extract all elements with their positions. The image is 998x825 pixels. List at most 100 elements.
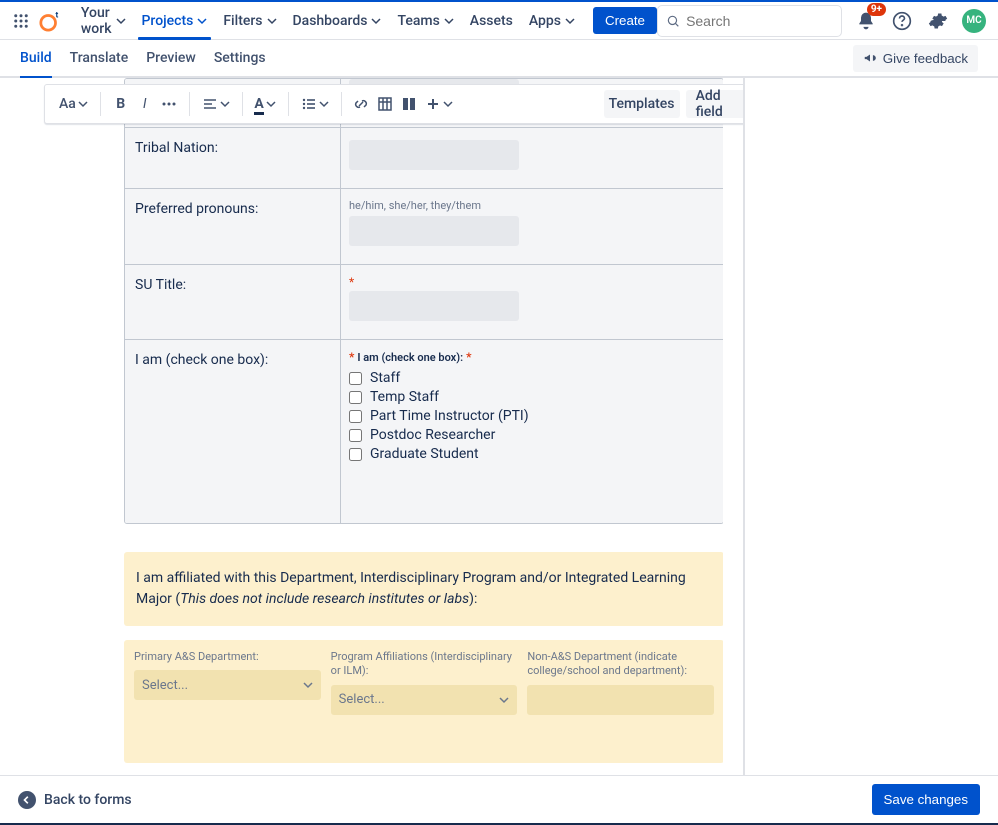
help-icon[interactable] — [890, 9, 914, 33]
nav-items: Your workProjectsFiltersDashboardsTeamsA… — [73, 2, 583, 39]
checkbox-label: Temp Staff — [370, 389, 439, 405]
italic-button[interactable]: I — [133, 90, 157, 118]
form-table: Tribal Nation:Preferred pronouns: he/him,… — [124, 78, 723, 524]
table-button[interactable] — [373, 90, 397, 118]
field-label: Non-A&S Department (indicate college/sch… — [527, 650, 714, 679]
field-label: Primary A&S Department: — [134, 650, 321, 664]
settings-icon[interactable] — [926, 9, 950, 33]
affiliation-column: Program Affiliations (Interdisciplinary … — [331, 650, 518, 715]
form-row: Tribal Nation: — [125, 128, 723, 189]
field-label: Program Affiliations (Interdisciplinary … — [331, 650, 518, 679]
field-cell: * I am (check one box): * Staff Temp Staff… — [340, 340, 723, 523]
add-field-dropdown[interactable]: Add field — [686, 90, 743, 118]
form-row: SU Title: * — [125, 265, 723, 340]
chevron-down-icon — [266, 99, 276, 109]
required-asterisk: * — [349, 275, 709, 289]
nav-assets[interactable]: Assets — [462, 2, 521, 39]
nav-teams[interactable]: Teams — [389, 2, 461, 39]
checks-label: * I am (check one box): * — [349, 350, 709, 364]
form-row: I am (check one box):* I am (check one b… — [125, 340, 723, 523]
affiliation-grid: Primary A&S Department: Select... Program … — [124, 640, 723, 763]
text-color-dropdown[interactable]: A — [250, 90, 279, 118]
side-panel — [751, 78, 998, 775]
text-style-dropdown[interactable]: Aa — [55, 90, 92, 118]
chevron-down-icon — [116, 16, 126, 26]
text-input[interactable] — [349, 216, 519, 246]
checkbox-option[interactable]: Part Time Instructor (PTI) — [349, 408, 709, 424]
app-switcher-icon[interactable] — [12, 9, 31, 33]
search-field[interactable] — [686, 13, 833, 29]
checkbox-option[interactable]: Postdoc Researcher — [349, 427, 709, 443]
more-format-button[interactable] — [157, 90, 181, 118]
checkbox[interactable] — [349, 391, 362, 404]
page-tabs: Build Translate Preview Settings Give feedb… — [0, 40, 998, 78]
checkbox-option[interactable]: Staff — [349, 370, 709, 386]
checkbox[interactable] — [349, 448, 362, 461]
form-row: Preferred pronouns: he/him, she/her, they… — [125, 189, 723, 265]
bold-button[interactable]: B — [109, 90, 133, 118]
templates-button[interactable]: Templates — [604, 90, 680, 118]
checkbox-label: Postdoc Researcher — [370, 427, 495, 443]
chevron-down-icon — [565, 16, 575, 26]
checkbox[interactable] — [349, 372, 362, 385]
nav-apps[interactable]: Apps — [521, 2, 583, 39]
tab-build[interactable]: Build — [20, 40, 52, 76]
field-label: Preferred pronouns: — [125, 189, 340, 264]
checkbox-label: Part Time Instructor (PTI) — [370, 408, 529, 424]
field-cell: he/him, she/her, they/them — [340, 189, 723, 264]
chevron-down-icon — [197, 16, 207, 26]
top-nav: t Your workProjectsFiltersDashboardsTeam… — [0, 0, 998, 40]
field-label: I am (check one box): — [125, 340, 340, 523]
chevron-down-icon — [371, 16, 381, 26]
field-label: SU Title: — [125, 265, 340, 339]
create-button[interactable]: Create — [593, 7, 657, 34]
tab-translate[interactable]: Translate — [70, 40, 129, 76]
megaphone-icon — [863, 51, 877, 65]
tab-settings[interactable]: Settings — [214, 40, 266, 76]
affiliation-column: Primary A&S Department: Select... — [134, 650, 321, 715]
field-cell: * — [340, 265, 723, 339]
give-feedback-button[interactable]: Give feedback — [853, 45, 978, 72]
nav-dashboards[interactable]: Dashboards — [285, 2, 390, 39]
text-input[interactable] — [527, 685, 714, 715]
resize-handle[interactable] — [743, 78, 751, 775]
checkbox[interactable] — [349, 410, 362, 423]
notification-badge: 9+ — [867, 3, 886, 16]
nav-filters[interactable]: Filters — [215, 2, 284, 39]
select-dropdown[interactable]: Select... — [331, 685, 518, 715]
search-input[interactable] — [657, 5, 842, 37]
nav-projects[interactable]: Projects — [134, 2, 216, 39]
checkbox[interactable] — [349, 429, 362, 442]
align-dropdown[interactable] — [198, 90, 234, 118]
list-dropdown[interactable] — [297, 90, 333, 118]
save-changes-button[interactable]: Save changes — [872, 784, 980, 815]
chevron-down-icon — [220, 99, 230, 109]
editor-toolbar: Aa B I A — [44, 84, 743, 124]
notifications-icon[interactable]: 9+ — [854, 9, 878, 33]
link-button[interactable] — [349, 90, 373, 118]
checkbox-option[interactable]: Temp Staff — [349, 389, 709, 405]
chevron-down-icon — [499, 695, 509, 705]
checkbox-option[interactable]: Graduate Student — [349, 446, 709, 462]
field-label: Tribal Nation: — [125, 128, 340, 188]
tab-preview[interactable]: Preview — [146, 40, 196, 76]
text-input[interactable] — [349, 140, 519, 170]
back-arrow-icon — [18, 791, 36, 809]
back-to-forms-link[interactable]: Back to forms — [18, 791, 132, 809]
chevron-down-icon — [78, 99, 88, 109]
svg-text:t: t — [55, 10, 58, 20]
affiliation-column: Non-A&S Department (indicate college/sch… — [527, 650, 714, 715]
field-cell — [340, 128, 723, 188]
avatar[interactable]: MC — [962, 9, 986, 33]
nav-your-work[interactable]: Your work — [73, 2, 134, 39]
chevron-down-icon — [444, 16, 454, 26]
form-canvas[interactable]: Tribal Nation:Preferred pronouns: he/him,… — [0, 78, 723, 775]
product-logo[interactable]: t — [39, 9, 61, 33]
checkbox-label: Graduate Student — [370, 446, 479, 462]
field-hint: he/him, she/her, they/them — [349, 199, 709, 212]
footer-bar: Back to forms Save changes — [0, 775, 998, 823]
insert-dropdown[interactable] — [421, 90, 457, 118]
text-input[interactable] — [349, 291, 519, 321]
select-dropdown[interactable]: Select... — [134, 670, 321, 700]
layout-button[interactable] — [397, 90, 421, 118]
